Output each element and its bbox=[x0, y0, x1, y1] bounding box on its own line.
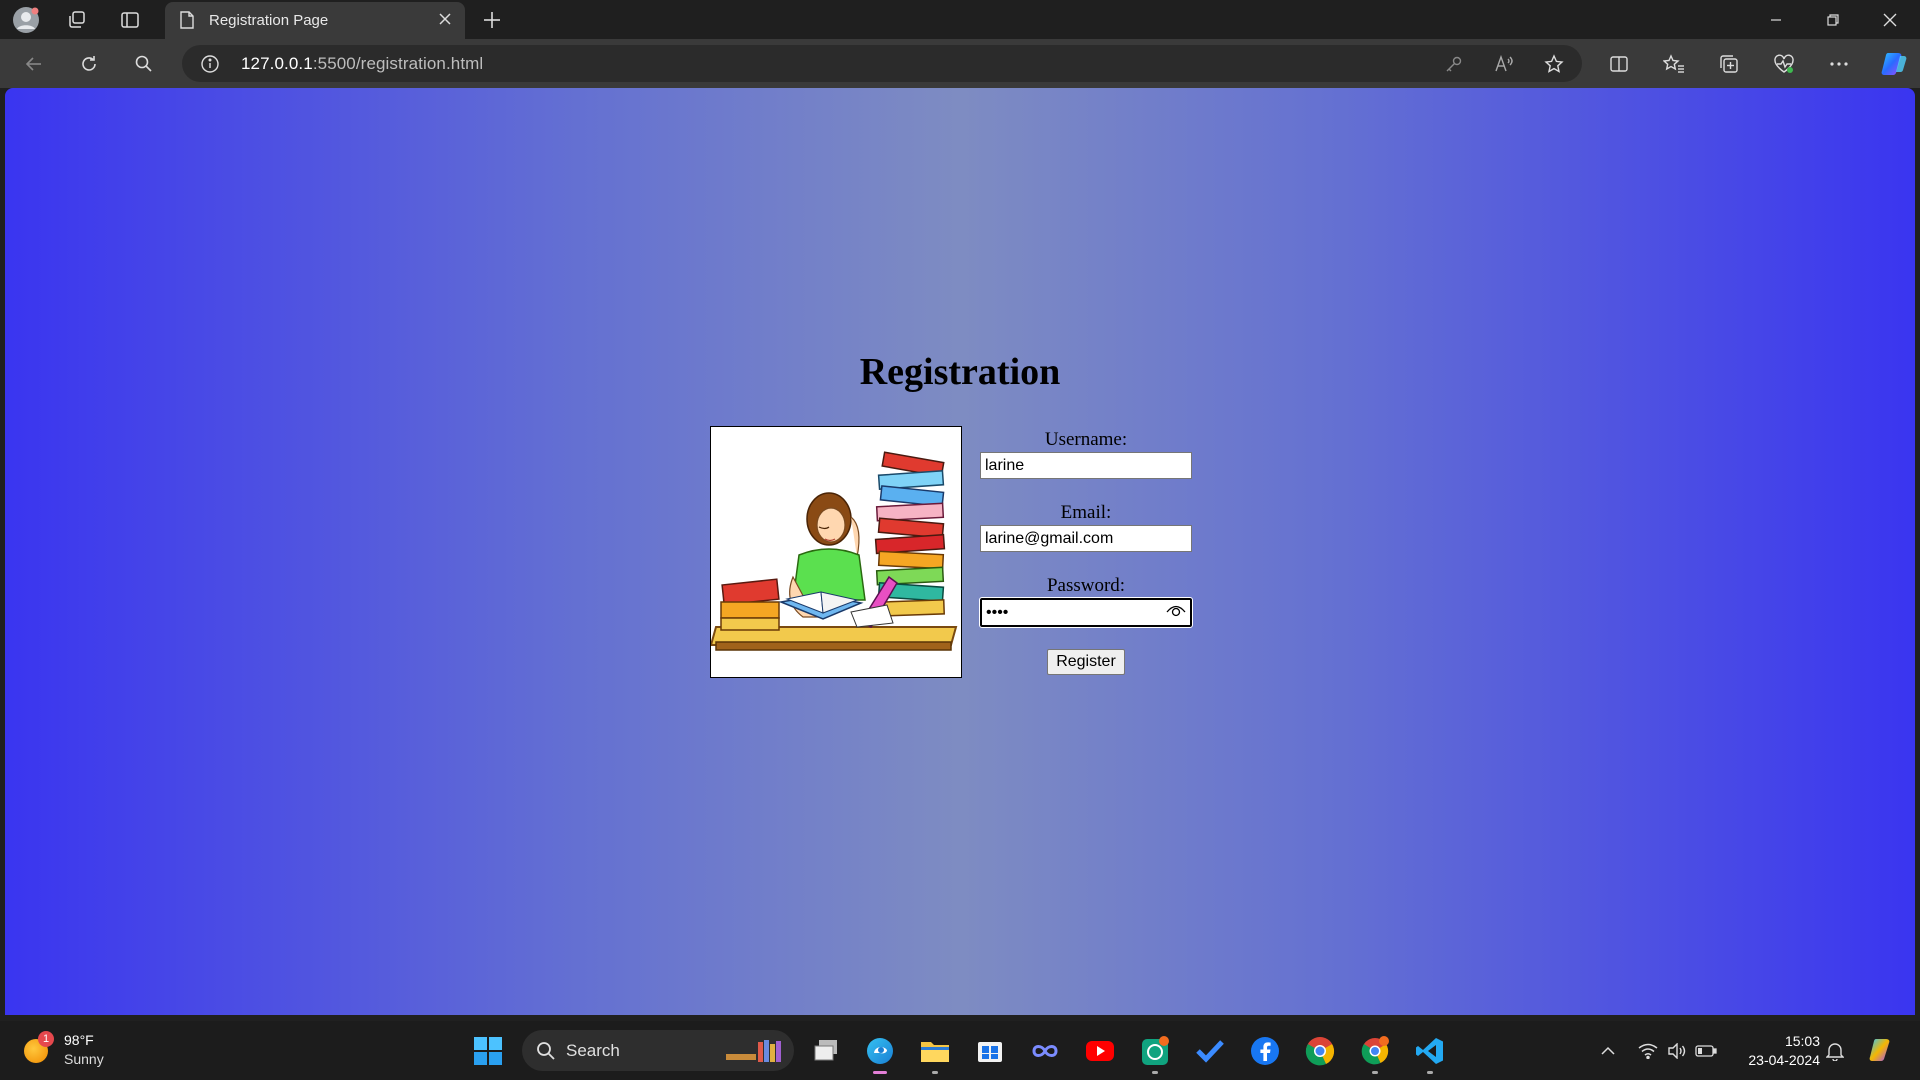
chrome-profile-icon[interactable] bbox=[1357, 1033, 1393, 1074]
edge-browser-icon[interactable] bbox=[862, 1033, 898, 1074]
search-icon bbox=[536, 1041, 556, 1066]
split-screen-icon[interactable] bbox=[1603, 48, 1635, 80]
collections-icon[interactable] bbox=[1713, 48, 1745, 80]
facebook-icon[interactable] bbox=[1247, 1033, 1283, 1069]
copilot-preview-icon[interactable] bbox=[1866, 1035, 1898, 1067]
clock-date: 23-04-2024 bbox=[1748, 1052, 1820, 1068]
clock-time: 15:03 bbox=[1784, 1033, 1820, 1049]
favorites-icon[interactable] bbox=[1658, 48, 1690, 80]
address-bar[interactable]: 127.0.0.1:5500/registration.html bbox=[182, 45, 1582, 82]
page-icon bbox=[179, 11, 195, 33]
close-window-button[interactable] bbox=[1862, 0, 1918, 39]
more-menu-icon[interactable] bbox=[1823, 48, 1855, 80]
workspaces-icon[interactable] bbox=[63, 6, 91, 34]
windows-start-icon[interactable] bbox=[470, 1033, 506, 1069]
taskbar-search-box[interactable]: Search bbox=[522, 1030, 794, 1071]
windows-taskbar: 1 98°F Sunny Search 15:03 23-04-2024 bbox=[0, 1021, 1920, 1080]
vscode-icon[interactable] bbox=[1412, 1033, 1448, 1074]
tab-actions-icon[interactable] bbox=[116, 6, 144, 34]
email-label: Email: bbox=[1060, 502, 1112, 523]
youtube-icon[interactable] bbox=[1082, 1033, 1118, 1069]
search-icon[interactable] bbox=[128, 48, 160, 80]
running-app-indicator bbox=[1427, 1071, 1433, 1074]
weather-condition: Sunny bbox=[64, 1051, 104, 1067]
close-tab-icon[interactable] bbox=[437, 11, 453, 31]
running-app-indicator bbox=[932, 1071, 938, 1074]
running-app-indicator bbox=[1152, 1071, 1158, 1074]
read-aloud-icon[interactable] bbox=[1492, 52, 1516, 76]
notification-bell-icon[interactable] bbox=[1823, 1039, 1847, 1063]
todo-check-icon[interactable] bbox=[1192, 1033, 1228, 1069]
browser-titlebar: Registration Page bbox=[0, 0, 1920, 39]
task-view-icon[interactable] bbox=[808, 1033, 844, 1069]
page-viewport: Registration Username: larine Email: lar… bbox=[5, 88, 1915, 1015]
password-label: Password: bbox=[1046, 575, 1126, 596]
register-button[interactable]: Register bbox=[1047, 649, 1125, 675]
browser-essentials-icon[interactable] bbox=[1768, 48, 1800, 80]
new-tab-button[interactable] bbox=[478, 6, 506, 34]
tab-registration[interactable]: Registration Page bbox=[165, 2, 465, 39]
browser-toolbar: 127.0.0.1:5500/registration.html bbox=[0, 39, 1920, 88]
infinity-app-icon[interactable] bbox=[1027, 1033, 1063, 1069]
url-text: 127.0.0.1:5500/registration.html bbox=[241, 54, 483, 74]
password-field-wrapper bbox=[979, 597, 1193, 628]
search-highlight-books-icon bbox=[724, 1038, 784, 1069]
favorite-star-icon[interactable] bbox=[1542, 52, 1566, 76]
search-label: Search bbox=[566, 1041, 620, 1060]
username-label: Username: bbox=[1044, 429, 1128, 450]
weather-notification-badge: 1 bbox=[38, 1031, 54, 1047]
chatgpt-icon[interactable] bbox=[1137, 1033, 1173, 1074]
refresh-button[interactable] bbox=[73, 48, 105, 80]
page-title: Registration bbox=[859, 351, 1061, 393]
registration-form: Username: Email: Password: Register bbox=[979, 428, 1193, 675]
running-app-indicator bbox=[1372, 1071, 1378, 1074]
profile-avatar-icon[interactable] bbox=[12, 6, 40, 34]
back-button[interactable] bbox=[18, 48, 50, 80]
site-info-icon[interactable] bbox=[200, 54, 220, 79]
username-input[interactable] bbox=[980, 452, 1192, 479]
wifi-icon[interactable] bbox=[1636, 1039, 1660, 1063]
active-app-indicator bbox=[873, 1071, 887, 1074]
studying-girl-illustration bbox=[709, 426, 962, 678]
battery-icon[interactable] bbox=[1694, 1039, 1718, 1063]
key-icon[interactable] bbox=[1442, 52, 1466, 76]
url-host: 127.0.0.1 bbox=[241, 54, 313, 73]
file-explorer-icon[interactable] bbox=[917, 1033, 953, 1074]
password-input[interactable] bbox=[979, 597, 1193, 628]
chrome-icon[interactable] bbox=[1302, 1033, 1338, 1069]
restore-button[interactable] bbox=[1805, 0, 1861, 39]
weather-temperature: 98°F bbox=[64, 1032, 94, 1048]
email-input[interactable] bbox=[980, 525, 1192, 552]
microsoft-store-icon[interactable] bbox=[972, 1033, 1008, 1069]
system-clock[interactable]: 15:03 23-04-2024 bbox=[1730, 1032, 1820, 1070]
show-hidden-icons-chevron-icon[interactable] bbox=[1596, 1039, 1620, 1063]
volume-icon[interactable] bbox=[1665, 1039, 1689, 1063]
show-password-eye-icon[interactable] bbox=[1166, 603, 1186, 625]
copilot-icon[interactable] bbox=[1878, 48, 1910, 80]
minimize-button[interactable] bbox=[1748, 0, 1804, 39]
url-path: :5500/registration.html bbox=[312, 54, 484, 73]
tab-title: Registration Page bbox=[209, 12, 329, 29]
